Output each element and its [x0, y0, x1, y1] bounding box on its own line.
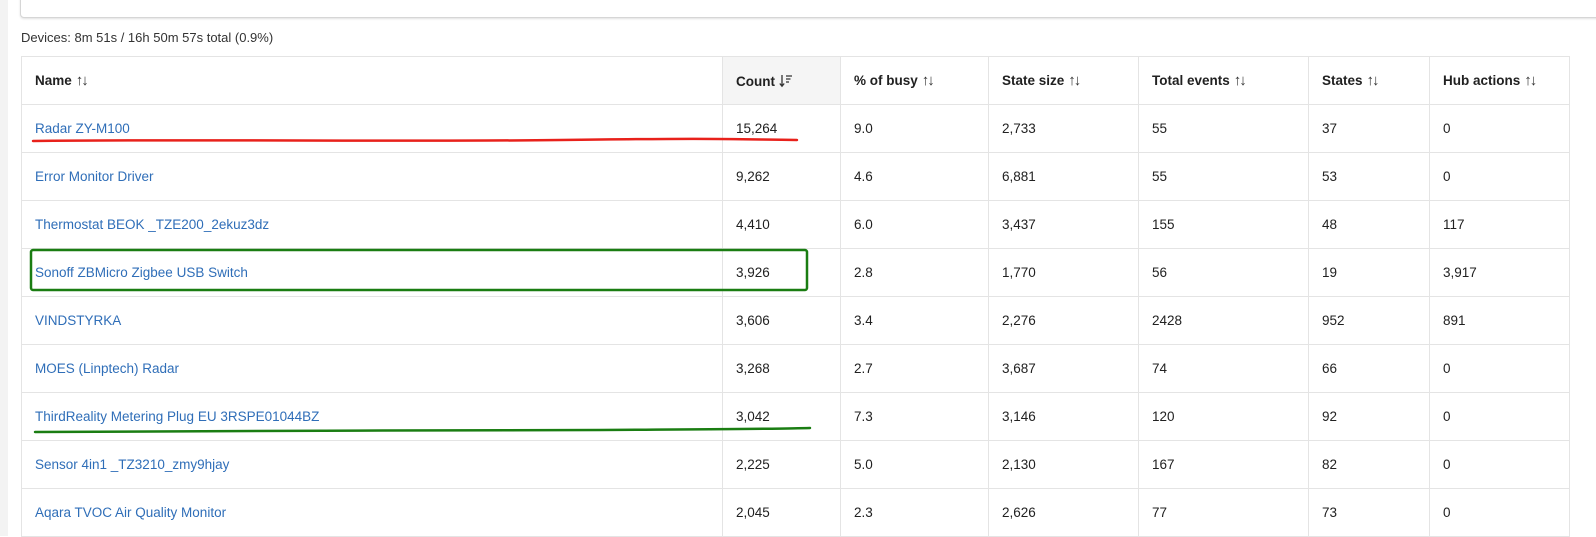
state-size-cell: 2,733 [988, 104, 1139, 153]
busy-cell: 5.0 [840, 440, 989, 489]
top-card [20, 0, 1596, 18]
hub-actions-cell: 117 [1429, 200, 1570, 249]
states-cell: 92 [1308, 392, 1430, 441]
state-size-cell: 3,146 [988, 392, 1139, 441]
count-cell: 2,225 [722, 440, 841, 489]
device-name-link[interactable]: MOES (Linptech) Radar [21, 344, 723, 393]
sort-both-icon[interactable]: ↑↓ [1234, 72, 1247, 89]
sort-both-icon[interactable]: ↑↓ [1367, 72, 1380, 89]
page-gutter [0, 0, 8, 536]
states-cell: 53 [1308, 152, 1430, 201]
column-header-total-events[interactable]: Total events ↑↓ [1138, 56, 1309, 105]
busy-cell: 6.0 [840, 200, 989, 249]
sort-both-icon[interactable]: ↑↓ [922, 72, 935, 89]
device-name-link[interactable]: Thermostat BEOK _TZE200_2ekuz3dz [21, 200, 723, 249]
hub-actions-cell: 0 [1429, 152, 1570, 201]
table-row: Sensor 4in1 _TZ3210_zmy9hjay 2,225 5.0 2… [21, 440, 1570, 489]
hub-actions-cell: 3,917 [1429, 248, 1570, 297]
total-events-cell: 2428 [1138, 296, 1309, 345]
table-row: Sonoff ZBMicro Zigbee USB Switch 3,926 2… [21, 248, 1570, 297]
total-events-cell: 155 [1138, 200, 1309, 249]
total-events-cell: 56 [1138, 248, 1309, 297]
states-cell: 82 [1308, 440, 1430, 489]
table-row: MOES (Linptech) Radar 3,268 2.7 3,687 74… [21, 344, 1570, 393]
devices-table: Name ↑↓ Count % of busy ↑↓ State size ↑↓ To… [21, 56, 1570, 537]
sort-both-icon[interactable]: ↑↓ [76, 72, 89, 89]
busy-cell: 2.8 [840, 248, 989, 297]
count-cell: 3,926 [722, 248, 841, 297]
state-size-cell: 1,770 [988, 248, 1139, 297]
column-header-count[interactable]: Count [722, 56, 841, 105]
table-row: Error Monitor Driver 9,262 4.6 6,881 55 … [21, 152, 1570, 201]
sort-both-icon[interactable]: ↑↓ [1524, 72, 1537, 89]
table-header-row: Name ↑↓ Count % of busy ↑↓ State size ↑↓ To… [21, 56, 1570, 105]
state-size-cell: 6,881 [988, 152, 1139, 201]
column-header-state-size[interactable]: State size ↑↓ [988, 56, 1139, 105]
device-name-link[interactable]: ThirdReality Metering Plug EU 3RSPE01044… [21, 392, 723, 441]
device-name-link[interactable]: Radar ZY-M100 [21, 104, 723, 153]
hub-actions-cell: 0 [1429, 344, 1570, 393]
hub-actions-cell: 0 [1429, 440, 1570, 489]
count-cell: 3,268 [722, 344, 841, 393]
devices-table-container: Name ↑↓ Count % of busy ↑↓ State size ↑↓ To… [21, 56, 1570, 537]
count-cell: 2,045 [722, 488, 841, 537]
total-events-cell: 55 [1138, 152, 1309, 201]
count-cell: 3,606 [722, 296, 841, 345]
state-size-cell: 2,626 [988, 488, 1139, 537]
states-cell: 952 [1308, 296, 1430, 345]
table-row: VINDSTYRKA 3,606 3.4 2,276 2428 952 891 [21, 296, 1570, 345]
state-size-cell: 2,130 [988, 440, 1139, 489]
hub-actions-cell: 0 [1429, 392, 1570, 441]
table-row: Thermostat BEOK _TZE200_2ekuz3dz 4,410 6… [21, 200, 1570, 249]
device-name-link[interactable]: Error Monitor Driver [21, 152, 723, 201]
device-name-link[interactable]: Sonoff ZBMicro Zigbee USB Switch [21, 248, 723, 297]
total-events-cell: 167 [1138, 440, 1309, 489]
state-size-cell: 2,276 [988, 296, 1139, 345]
table-row: ThirdReality Metering Plug EU 3RSPE01044… [21, 392, 1570, 441]
devices-summary: Devices: 8m 51s / 16h 50m 57s total (0.9… [21, 30, 274, 45]
count-cell: 4,410 [722, 200, 841, 249]
sort-both-icon[interactable]: ↑↓ [1068, 72, 1081, 89]
busy-cell: 7.3 [840, 392, 989, 441]
count-cell: 9,262 [722, 152, 841, 201]
busy-cell: 4.6 [840, 152, 989, 201]
count-cell: 15,264 [722, 104, 841, 153]
hub-actions-cell: 0 [1429, 488, 1570, 537]
states-cell: 19 [1308, 248, 1430, 297]
device-name-link[interactable]: Sensor 4in1 _TZ3210_zmy9hjay [21, 440, 723, 489]
sort-descending-icon[interactable] [779, 73, 793, 89]
states-cell: 48 [1308, 200, 1430, 249]
states-cell: 66 [1308, 344, 1430, 393]
table-row: Radar ZY-M100 15,264 9.0 2,733 55 37 0 [21, 104, 1570, 153]
total-events-cell: 77 [1138, 488, 1309, 537]
states-cell: 73 [1308, 488, 1430, 537]
total-events-cell: 55 [1138, 104, 1309, 153]
hub-actions-cell: 0 [1429, 104, 1570, 153]
busy-cell: 2.7 [840, 344, 989, 393]
column-header-busy[interactable]: % of busy ↑↓ [840, 56, 989, 105]
device-name-link[interactable]: VINDSTYRKA [21, 296, 723, 345]
busy-cell: 2.3 [840, 488, 989, 537]
busy-cell: 9.0 [840, 104, 989, 153]
column-header-hub-actions[interactable]: Hub actions ↑↓ [1429, 56, 1570, 105]
column-header-name[interactable]: Name ↑↓ [21, 56, 723, 105]
state-size-cell: 3,437 [988, 200, 1139, 249]
state-size-cell: 3,687 [988, 344, 1139, 393]
total-events-cell: 120 [1138, 392, 1309, 441]
hub-actions-cell: 891 [1429, 296, 1570, 345]
total-events-cell: 74 [1138, 344, 1309, 393]
device-name-link[interactable]: Aqara TVOC Air Quality Monitor [21, 488, 723, 537]
count-cell: 3,042 [722, 392, 841, 441]
column-header-states[interactable]: States ↑↓ [1308, 56, 1430, 105]
states-cell: 37 [1308, 104, 1430, 153]
table-row: Aqara TVOC Air Quality Monitor 2,045 2.3… [21, 488, 1570, 537]
busy-cell: 3.4 [840, 296, 989, 345]
